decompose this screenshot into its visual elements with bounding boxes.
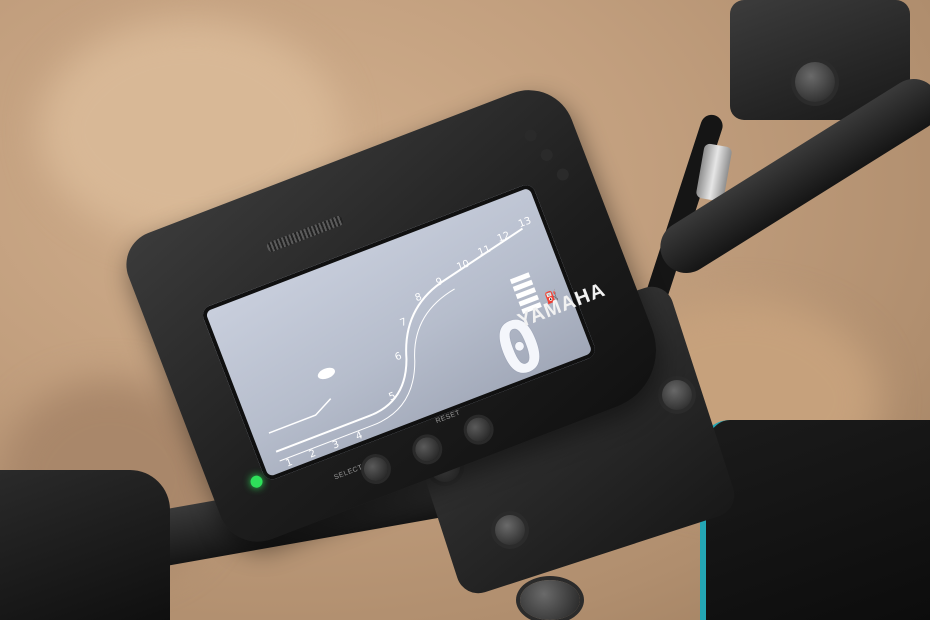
- left-switch-gear: [0, 470, 170, 620]
- photo-scene: 1 2 3 4 5 6 7 8 9 10 11 12 13 0 ⛽ YAMAHA: [0, 0, 930, 620]
- steering-stem-nut: [520, 580, 580, 620]
- reservoir-cap: [795, 62, 835, 102]
- fairing-panel: [700, 420, 930, 620]
- clamp-bolt: [495, 515, 525, 545]
